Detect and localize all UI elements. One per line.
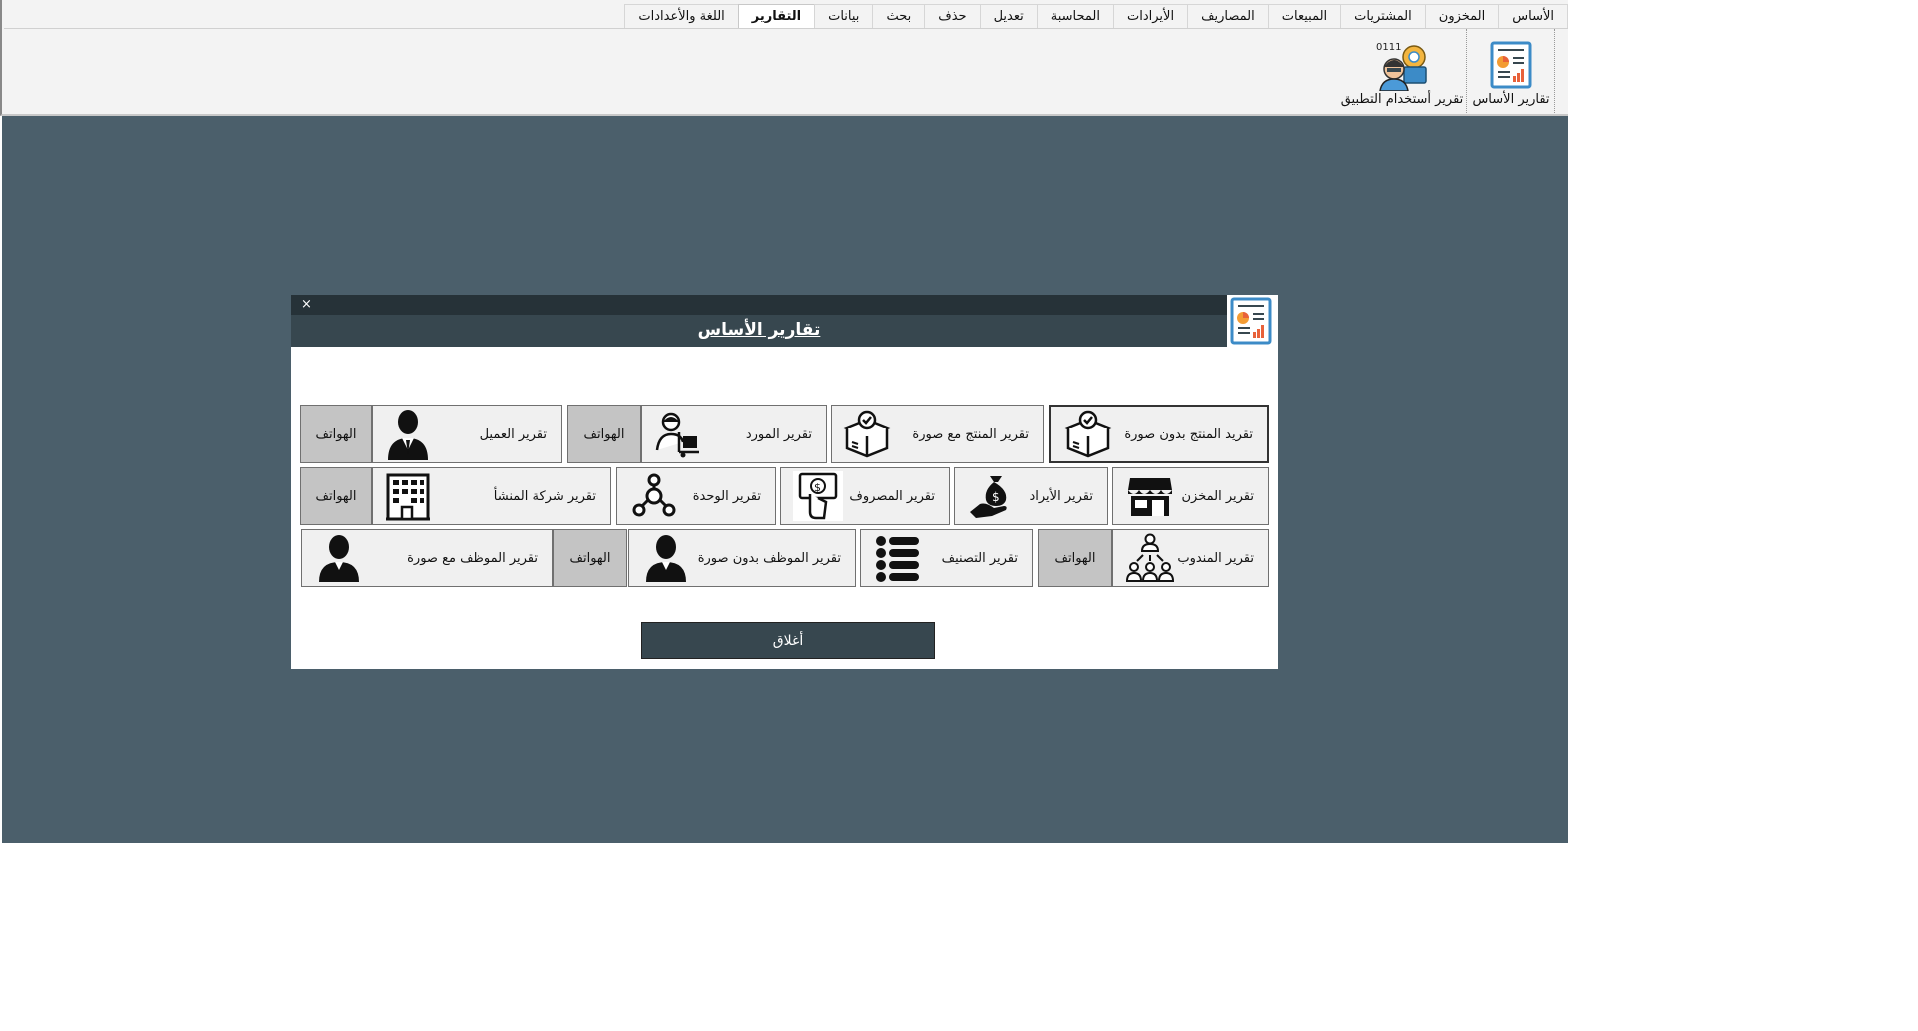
- tab-accounting[interactable]: المحاسبة: [1036, 4, 1114, 28]
- warehouse-report-button[interactable]: تقرير المخزن: [1112, 467, 1269, 525]
- tab-revenues[interactable]: الأيرادات: [1112, 4, 1189, 28]
- close-button[interactable]: أغلاق: [641, 622, 935, 659]
- customer-report-label: تقرير العميل: [479, 426, 547, 442]
- ribbon-separator: [1554, 29, 1555, 113]
- ribbon: الأساس المخزون المشتريات المبيعات المصار…: [0, 0, 1568, 116]
- agent-report-button[interactable]: تقرير المندوب: [1112, 529, 1269, 587]
- employee-report-no-image-button[interactable]: تقرير الموظف بدون صورة: [628, 529, 856, 587]
- delivery-person-icon: [654, 409, 704, 459]
- warehouse-report-label: تقرير المخزن: [1181, 488, 1255, 504]
- box-check-icon: [842, 409, 892, 459]
- tab-search[interactable]: بحث: [872, 4, 926, 28]
- product-report-no-image-button[interactable]: تقريد المنتج بدون صورة: [1049, 405, 1269, 463]
- revenue-report-button[interactable]: تقرير الأيراد $: [954, 467, 1108, 525]
- team-distribution-icon: [1125, 533, 1175, 583]
- tab-expenses[interactable]: المصاريف: [1187, 4, 1269, 28]
- report-icon: [1483, 39, 1539, 91]
- expense-report-label: تقرير المصروف: [849, 488, 935, 504]
- pay-bill-icon: $: [793, 471, 843, 521]
- tab-language-settings[interactable]: اللغة والأعدادات: [624, 4, 739, 28]
- agent-report-label: تقرير المندوب: [1177, 550, 1254, 566]
- binary-badge: 0111: [1376, 42, 1401, 53]
- employee-report-with-image-label: تقرير الموظف مع صورة: [407, 550, 538, 566]
- list-icon: [873, 533, 923, 583]
- expense-report-button[interactable]: تقرير المصروف $: [780, 467, 950, 525]
- employee-icon: [641, 533, 691, 583]
- ribbon-tabbar: الأساس المخزون المشتريات المبيعات المصار…: [624, 4, 1568, 30]
- tab-delete[interactable]: حذف: [924, 4, 981, 28]
- supplier-report-label: تقرير المورد: [745, 426, 812, 442]
- dialog-titlebar: ×: [291, 295, 1227, 315]
- company-report-button[interactable]: تقرير شركة المنشأ: [372, 467, 611, 525]
- ribbon-body: تقارير الأساس 0111 تقرير أستخدام التطبيق: [4, 28, 1568, 114]
- category-report-button[interactable]: تقرير التصنيف: [860, 529, 1033, 587]
- ribbon-separator: [1466, 29, 1467, 113]
- revenue-report-label: تقرير الأيراد: [1029, 488, 1093, 504]
- agent-phones-button[interactable]: الهواتف: [1038, 529, 1112, 587]
- tab-basics[interactable]: الأساس: [1498, 4, 1568, 28]
- app-usage-report-button[interactable]: 0111 تقرير أستخدام التطبيق: [1340, 33, 1464, 109]
- customer-report-button[interactable]: تقرير العميل: [372, 405, 562, 463]
- tab-inventory[interactable]: المخزون: [1424, 4, 1500, 28]
- tab-purchases[interactable]: المشتريات: [1340, 4, 1426, 28]
- dialog-title: تقارير الأساس: [697, 320, 821, 340]
- businessman-icon: [383, 409, 433, 460]
- category-report-label: تقرير التصنيف: [941, 550, 1018, 566]
- unit-report-label: تقرير الوحدة: [692, 488, 761, 504]
- developer-icon: 0111: [1374, 39, 1430, 91]
- employee-report-with-image-button[interactable]: تقرير الموظف مع صورة: [301, 529, 553, 587]
- employee-phones-button[interactable]: الهواتف: [553, 529, 627, 587]
- close-icon[interactable]: ×: [301, 296, 312, 314]
- product-report-with-image-button[interactable]: تقرير المنتج مع صورة: [831, 405, 1044, 463]
- box-check-icon: [1063, 409, 1113, 459]
- supplier-phones-button[interactable]: الهواتف: [567, 405, 641, 463]
- supplier-report-button[interactable]: تقرير المورد: [641, 405, 827, 463]
- store-icon: [1125, 471, 1175, 521]
- app-usage-report-label: تقرير أستخدام التطبيق: [1340, 92, 1464, 107]
- money-bag-hand-icon: $: [967, 471, 1017, 521]
- tab-data[interactable]: بيانات: [814, 4, 874, 28]
- molecule-icon: [629, 471, 679, 521]
- svg-text:$: $: [814, 481, 821, 494]
- dialog-header: تقارير الأساس: [291, 315, 1227, 347]
- employee-report-no-image-label: تقرير الموظف بدون صورة: [697, 550, 841, 566]
- basics-reports-dialog: × تقارير الأساس تقريد المنتج بدون صورة ت…: [291, 295, 1278, 669]
- tab-reports[interactable]: التقارير: [737, 4, 816, 30]
- basics-reports-label: تقارير الأساس: [1472, 92, 1550, 107]
- company-phones-button[interactable]: الهواتف: [300, 467, 372, 525]
- svg-text:$: $: [992, 490, 1000, 504]
- product-report-no-image-label: تقريد المنتج بدون صورة: [1124, 426, 1253, 442]
- unit-report-button[interactable]: تقرير الوحدة: [616, 467, 776, 525]
- company-report-label: تقرير شركة المنشأ: [493, 488, 596, 504]
- report-icon: [1229, 297, 1273, 345]
- customer-phones-button[interactable]: الهواتف: [300, 405, 372, 463]
- tab-sales[interactable]: المبيعات: [1267, 4, 1342, 28]
- building-icon: [383, 471, 433, 521]
- employee-icon: [314, 533, 364, 583]
- tab-edit[interactable]: تعديل: [979, 4, 1038, 28]
- product-report-with-image-label: تقرير المنتج مع صورة: [912, 426, 1029, 442]
- basics-reports-button[interactable]: تقارير الأساس: [1470, 33, 1552, 109]
